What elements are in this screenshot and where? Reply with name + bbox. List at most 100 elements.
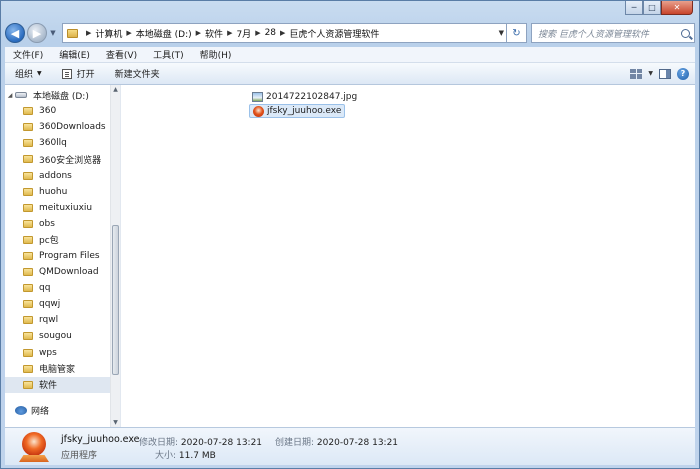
folder-icon	[23, 171, 33, 180]
tree-item-folder[interactable]: wps	[5, 345, 110, 361]
forward-button[interactable]: ▶	[27, 23, 47, 43]
created-value: 2020-07-28 13:21	[316, 438, 399, 448]
tree-item-label: obs	[39, 218, 55, 229]
chevron-right-icon[interactable]: ▶	[126, 29, 131, 37]
chevron-right-icon[interactable]: ▶	[255, 29, 260, 37]
tree-scrollbar[interactable]: ▲ ▼	[110, 85, 120, 427]
menu-tools[interactable]: 工具(T)	[145, 48, 192, 61]
details-modified: 修改日期: 2020-07-28 13:21	[139, 435, 262, 448]
menu-help[interactable]: 帮助(H)	[192, 48, 240, 61]
tree-item-folder[interactable]: 360安全浏览器	[5, 151, 110, 167]
open-icon	[61, 68, 72, 79]
tree-item-label: pc包	[39, 236, 59, 247]
search-box[interactable]: 搜索 巨虎个人资源管理软件	[531, 23, 695, 43]
folder-icon	[23, 284, 33, 293]
file-item-exe[interactable]: jfsky_juuhoo.exe	[249, 104, 346, 118]
chevron-down-icon[interactable]: ▼	[499, 29, 504, 37]
folder-icon	[23, 316, 33, 325]
folder-icon	[23, 380, 33, 389]
refresh-button[interactable]: ↻	[507, 23, 527, 43]
folder-icon	[23, 123, 33, 132]
back-button[interactable]: ◀	[5, 23, 25, 43]
help-icon[interactable]: ?	[677, 67, 689, 80]
tree-item-folder[interactable]: addons	[5, 167, 110, 183]
chevron-right-icon[interactable]: ▶	[227, 29, 232, 37]
size-value: 11.7 MB	[178, 451, 216, 461]
minimize-button[interactable]: ─	[625, 1, 643, 15]
tree-item-folder[interactable]: rqwl	[5, 312, 110, 328]
folder-icon	[23, 300, 33, 309]
tree-item-label: meituxiuxiu	[39, 202, 93, 213]
breadcrumb-drive-d[interactable]: 本地磁盘 (D:)	[136, 27, 192, 40]
chevron-right-icon[interactable]: ▶	[86, 29, 91, 37]
arrow-left-icon: ◀	[10, 26, 20, 40]
chevron-right-icon[interactable]: ▶	[196, 29, 201, 37]
organize-button[interactable]: 组织 ▼	[5, 67, 52, 80]
scroll-up-icon[interactable]: ▲	[111, 86, 120, 93]
menu-bar: 文件(F) 编辑(E) 查看(V) 工具(T) 帮助(H)	[5, 47, 695, 63]
menu-edit[interactable]: 编辑(E)	[51, 48, 98, 61]
chevron-down-icon[interactable]: ▼	[648, 70, 653, 77]
folder-icon	[23, 107, 33, 116]
tree-item-folder[interactable]: Program Files	[5, 248, 110, 264]
folder-icon	[23, 348, 33, 357]
file-name: jfsky_juuhoo.exe	[267, 106, 342, 116]
tree-item-folder[interactable]: QMDownload	[5, 264, 110, 280]
tree-item-label: 360llq	[39, 138, 67, 149]
folder-icon	[23, 187, 33, 196]
tree-item-folder[interactable]: pc包	[5, 232, 110, 248]
folder-icon	[23, 155, 33, 164]
chevron-down-icon[interactable]: ◢	[5, 92, 15, 99]
tree-item-folder[interactable]: sougou	[5, 328, 110, 344]
breadcrumb-software[interactable]: 软件	[205, 27, 223, 40]
tree-item-label: 网络	[31, 407, 50, 418]
caption-buttons: ─ □ ✕	[625, 1, 693, 15]
folder-icon	[23, 203, 33, 212]
tree-item-folder[interactable]: obs	[5, 216, 110, 232]
maximize-button[interactable]: □	[643, 1, 661, 15]
breadcrumb-computer[interactable]: 计算机	[95, 27, 122, 40]
tree-item-folder[interactable]: qq	[5, 280, 110, 296]
menu-file[interactable]: 文件(F)	[5, 48, 51, 61]
folder-icon	[23, 139, 33, 148]
preview-pane-icon[interactable]	[659, 68, 671, 79]
tree-item-folder[interactable]: qqwj	[5, 296, 110, 312]
content-area: ◢ 本地磁盘 (D:) 360 360Downloads 360llq 360安全浏览…	[5, 85, 695, 427]
history-dropdown[interactable]: ▼	[48, 29, 58, 37]
search-input[interactable]: 搜索 巨虎个人资源管理软件	[538, 27, 649, 40]
folder-icon	[23, 332, 33, 341]
tree-item-folder[interactable]: 360	[5, 103, 110, 119]
scroll-down-icon[interactable]: ▼	[111, 419, 120, 426]
new-folder-button[interactable]: 新建文件夹	[105, 67, 170, 80]
breadcrumb-july[interactable]: 7月	[236, 27, 251, 40]
tree-item-label: qqwj	[39, 299, 61, 310]
tree-item-folder[interactable]: 电脑管家	[5, 361, 110, 377]
menu-view[interactable]: 查看(V)	[98, 48, 145, 61]
tree-item-folder[interactable]: 360llq	[5, 135, 110, 151]
address-bar[interactable]: ▶ 计算机 ▶ 本地磁盘 (D:) ▶ 软件 ▶ 7月 ▶ 28 ▶ 巨虎个人资…	[62, 23, 507, 43]
exe-app-icon	[19, 432, 49, 462]
tree-item-drive-d[interactable]: ◢ 本地磁盘 (D:)	[5, 87, 110, 103]
view-mode-icon[interactable]	[630, 68, 643, 79]
tree-item-network[interactable]: 网络	[5, 403, 110, 419]
open-button[interactable]: 打开	[52, 67, 105, 80]
tree-item-folder[interactable]: huohu	[5, 184, 110, 200]
details-file-type: 应用程序	[61, 451, 98, 461]
file-item-jpg[interactable]: 2014722102847.jpg	[249, 90, 360, 104]
tree-item-label: huohu	[39, 186, 68, 197]
scrollbar-thumb[interactable]	[112, 225, 119, 375]
organize-label: 组织	[15, 70, 34, 80]
tree-item-label: 360安全浏览器	[39, 155, 102, 166]
folder-tree: ◢ 本地磁盘 (D:) 360 360Downloads 360llq 360安全浏览…	[5, 85, 110, 427]
details-file-name: jfsky_juuhoo.exe	[61, 434, 140, 445]
tree-item-folder[interactable]: meituxiuxiu	[5, 200, 110, 216]
breadcrumb-current-folder[interactable]: 巨虎个人资源管理软件	[289, 27, 379, 40]
tree-item-label: sougou	[39, 331, 72, 342]
tree-item-folder[interactable]: 360Downloads	[5, 119, 110, 135]
tree-item-label: 本地磁盘 (D:)	[33, 91, 89, 102]
breadcrumb-28[interactable]: 28	[265, 28, 276, 38]
tree-item-folder[interactable]: 软件	[5, 376, 110, 393]
network-icon	[15, 406, 27, 416]
close-button[interactable]: ✕	[661, 1, 693, 15]
chevron-right-icon[interactable]: ▶	[280, 29, 285, 37]
